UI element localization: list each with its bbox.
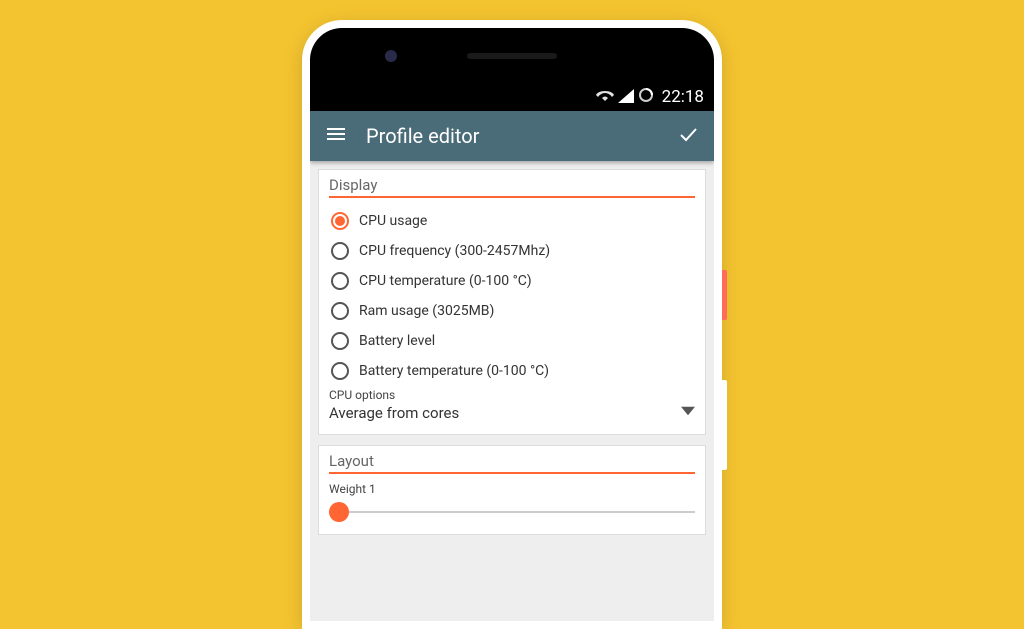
- radio-button[interactable]: [331, 212, 349, 230]
- phone-inner: 22:18 Profile editor Display CPU usageCP…: [310, 28, 714, 621]
- clock: 22:18: [662, 87, 704, 107]
- dropdown-arrow-icon: [681, 404, 695, 422]
- display-section-title: Display: [329, 176, 695, 198]
- display-options-list: CPU usage CPU frequency (300-2457Mhz) CPU …: [329, 206, 695, 386]
- status-bar: 22:18: [310, 83, 714, 111]
- app-bar: Profile editor: [310, 111, 714, 161]
- radio-label: CPU usage: [359, 213, 427, 229]
- radio-button[interactable]: [331, 362, 349, 380]
- radio-button[interactable]: [331, 272, 349, 290]
- volume-button: [722, 380, 727, 470]
- display-option-row[interactable]: CPU temperature (0-100 °C): [329, 266, 695, 296]
- cpu-options-dropdown[interactable]: Average from cores: [329, 402, 695, 424]
- layout-section-title: Layout: [329, 452, 695, 474]
- weight-label: Weight 1: [329, 482, 695, 496]
- front-camera: [385, 50, 397, 62]
- menu-icon[interactable]: [324, 122, 348, 150]
- content-area: Display CPU usage CPU frequency (300-2457…: [310, 161, 714, 621]
- display-option-row[interactable]: Ram usage (3025MB): [329, 296, 695, 326]
- display-card: Display CPU usage CPU frequency (300-2457…: [318, 169, 706, 435]
- loading-icon: [638, 87, 654, 107]
- display-option-row[interactable]: CPU usage: [329, 206, 695, 236]
- confirm-button[interactable]: [676, 122, 700, 150]
- layout-card: Layout Weight 1: [318, 445, 706, 535]
- phone-frame: 22:18 Profile editor Display CPU usageCP…: [302, 20, 722, 629]
- speaker-area: [310, 28, 714, 83]
- radio-label: Battery temperature (0-100 °C): [359, 363, 549, 379]
- power-button: [722, 270, 727, 320]
- cpu-options-value: Average from cores: [329, 404, 459, 422]
- radio-label: CPU temperature (0-100 °C): [359, 273, 532, 289]
- speaker-grille: [467, 53, 557, 59]
- slider-track: [329, 511, 695, 513]
- radio-label: Battery level: [359, 333, 435, 349]
- page-title: Profile editor: [366, 124, 658, 148]
- display-option-row[interactable]: Battery level: [329, 326, 695, 356]
- display-option-row[interactable]: Battery temperature (0-100 °C): [329, 356, 695, 386]
- slider-thumb[interactable]: [329, 502, 349, 522]
- radio-label: CPU frequency (300-2457Mhz): [359, 243, 550, 259]
- wifi-icon: [596, 88, 614, 107]
- radio-button[interactable]: [331, 242, 349, 260]
- cpu-options-label: CPU options: [329, 388, 695, 402]
- radio-label: Ram usage (3025MB): [359, 303, 494, 319]
- weight-slider[interactable]: [329, 500, 695, 524]
- radio-button[interactable]: [331, 302, 349, 320]
- radio-button[interactable]: [331, 332, 349, 350]
- display-option-row[interactable]: CPU frequency (300-2457Mhz): [329, 236, 695, 266]
- signal-icon: [618, 88, 634, 107]
